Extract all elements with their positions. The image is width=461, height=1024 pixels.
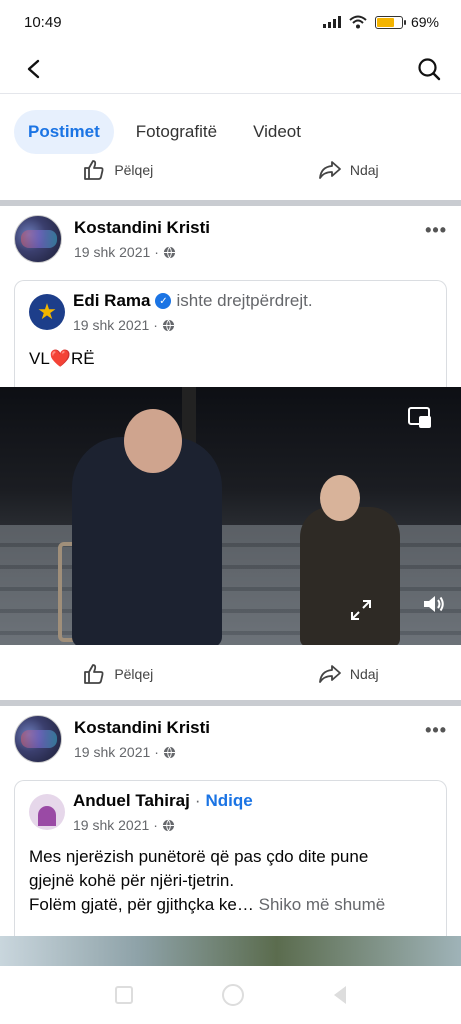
post-header: Kostandini Kristi 19 shk 2021 · ••• (0, 206, 461, 272)
share-icon (318, 161, 341, 179)
signal-icon (322, 16, 341, 28)
shared-post-text: Mes njerëzish punëtorë që pas çdo dite p… (29, 845, 432, 917)
more-icon: ••• (425, 220, 447, 240)
dot-separator: · (154, 744, 159, 760)
like-label: Pëlqej (114, 666, 154, 682)
home-button[interactable] (222, 984, 245, 1006)
back-arrow-icon (27, 59, 40, 78)
wifi-icon (349, 15, 367, 29)
globe-icon (162, 819, 175, 831)
share-button[interactable]: Ndaj (318, 160, 379, 182)
post-image[interactable] (0, 936, 461, 966)
post-date: 19 shk 2021 · (74, 244, 210, 260)
shared-author-row: Edi Rama ✓ ishte drejtpërdrejt. (73, 291, 313, 311)
shared-post-text: VL❤️RË (29, 347, 432, 371)
post-date-text: 19 shk 2021 (74, 244, 151, 260)
shared-author[interactable]: Anduel Tahiraj (73, 791, 190, 811)
shared-author[interactable]: Edi Rama (73, 291, 150, 311)
dot-separator: · (154, 244, 159, 260)
previous-post-actions: Pëlqej Ndaj (0, 160, 461, 184)
post-author[interactable]: Kostandini Kristi (74, 218, 210, 238)
system-nav-bar (0, 966, 461, 1024)
video-frame (300, 507, 400, 645)
dot-separator: · (153, 317, 158, 333)
status-icons: 69% (322, 14, 439, 30)
more-options-button[interactable]: ••• (425, 720, 447, 741)
video-frame (320, 475, 360, 521)
like-label: Pëlqej (114, 162, 154, 178)
recent-apps-button[interactable] (114, 986, 133, 1004)
status-bar: 10:49 69% (0, 0, 461, 44)
share-button[interactable]: Ndaj (318, 662, 379, 686)
shared-date: 19 shk 2021 · (73, 817, 253, 833)
tab-posts[interactable]: Postimet (14, 110, 114, 154)
avatar[interactable] (14, 215, 62, 263)
shared-avatar[interactable]: ★ (29, 294, 65, 330)
text-line: gjejnë kohë për njëri-tjetrin. (29, 871, 235, 890)
like-button[interactable]: Pëlqej (82, 662, 153, 686)
share-label: Ndaj (349, 162, 379, 178)
text-line: Folëm gjatë, për gjithçka ke… Shiko më s… (29, 893, 432, 917)
verified-icon: ✓ (155, 293, 172, 309)
battery-percent: 69% (410, 14, 439, 30)
expand-icon[interactable] (350, 599, 372, 621)
text-line: Mes njerëzish punëtorë që pas çdo dite p… (29, 847, 369, 866)
text-part: RË (70, 349, 95, 368)
battery-fill (376, 17, 394, 27)
post-header: Kostandini Kristi 19 shk 2021 · ••• (0, 706, 461, 772)
globe-icon (163, 746, 176, 758)
like-icon (84, 160, 104, 180)
text-part: VL (29, 349, 50, 368)
dot-separator: · (194, 791, 201, 810)
shared-avatar[interactable] (29, 794, 65, 830)
battery-icon (374, 15, 406, 29)
back-button[interactable] (18, 53, 50, 85)
pip-icon[interactable] (408, 407, 432, 429)
video-player[interactable] (0, 387, 461, 645)
search-button[interactable] (413, 53, 445, 85)
shared-date-text: 19 shk 2021 (73, 317, 150, 333)
like-button[interactable]: Pëlqej (82, 160, 153, 182)
post: Kostandini Kristi 19 shk 2021 · ••• Andu… (0, 706, 461, 936)
shared-author-row: Anduel Tahiraj · Ndiqe (73, 791, 253, 811)
volume-icon[interactable] (422, 593, 446, 615)
post-date-text: 19 shk 2021 (74, 744, 151, 760)
tab-videos[interactable]: Videot (239, 110, 315, 154)
live-status: ishte drejtpërdrejt. (176, 291, 313, 310)
globe-icon (162, 319, 175, 331)
tab-photos[interactable]: Fotografitë (122, 110, 231, 154)
text-part: Folëm gjatë, për gjithçka ke… (29, 895, 254, 914)
post-author[interactable]: Kostandini Kristi (74, 718, 210, 738)
like-icon (84, 664, 104, 684)
post-date: 19 shk 2021 · (74, 744, 210, 760)
shared-date: 19 shk 2021 · (73, 317, 313, 333)
top-bar (0, 44, 461, 94)
follow-button[interactable]: Ndiqe (205, 791, 252, 811)
search-icon (418, 57, 441, 80)
tab-bar: Postimet Fotografitë Videot (0, 104, 461, 160)
avatar[interactable] (14, 715, 62, 763)
globe-icon (163, 246, 176, 258)
more-icon: ••• (425, 720, 447, 740)
video-frame (124, 409, 182, 473)
more-options-button[interactable]: ••• (425, 220, 447, 241)
back-nav-button[interactable] (334, 986, 347, 1004)
see-more-link[interactable]: Shiko më shumë (259, 895, 386, 914)
post-actions: Pëlqej Ndaj (0, 646, 461, 702)
heart-emoji: ❤️ (49, 349, 71, 368)
dot-separator: · (153, 817, 158, 833)
share-label: Ndaj (349, 666, 379, 682)
share-icon (318, 665, 341, 683)
status-time: 10:49 (24, 13, 62, 31)
shared-date-text: 19 shk 2021 (73, 817, 150, 833)
shared-post-card[interactable]: Anduel Tahiraj · Ndiqe 19 shk 2021 · Mes… (14, 780, 447, 936)
